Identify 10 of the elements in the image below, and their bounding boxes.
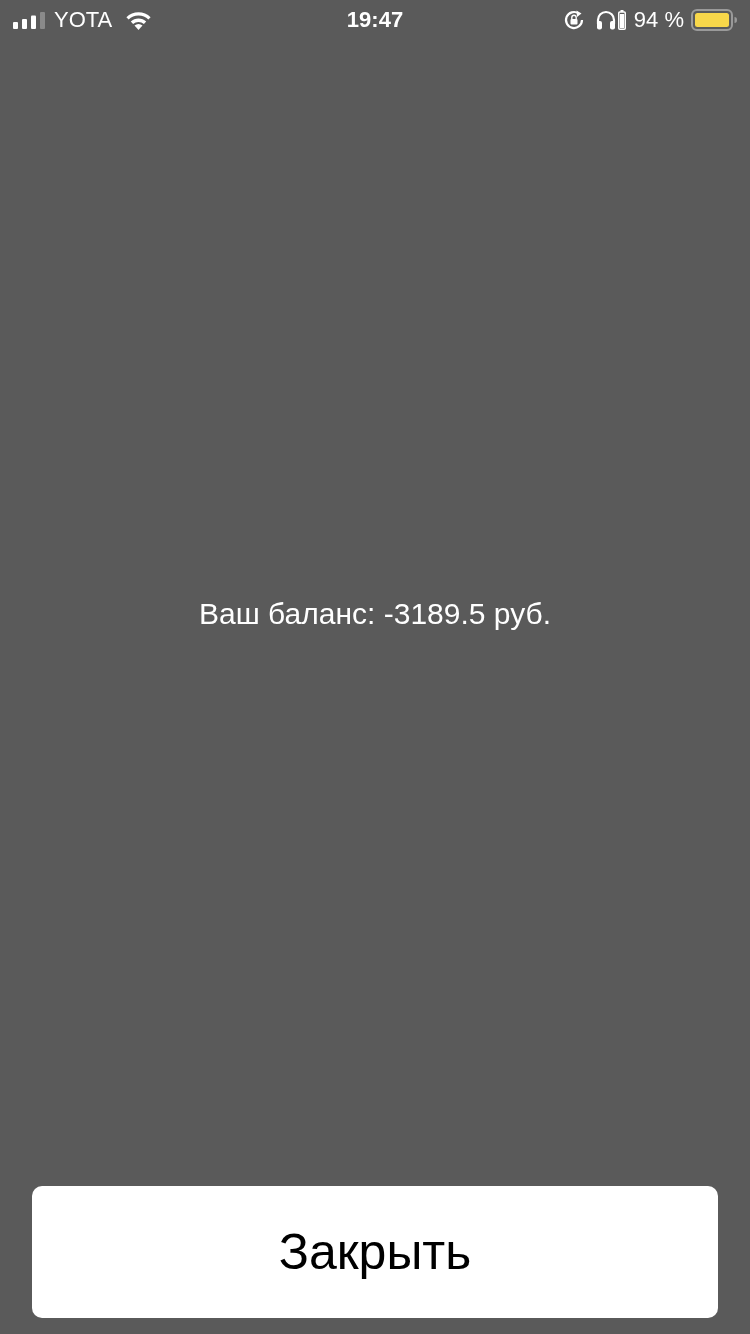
rotation-lock-icon xyxy=(562,9,585,31)
battery-percent: 94 % xyxy=(633,9,684,31)
status-time: 19:47 xyxy=(346,9,404,31)
battery-icon xyxy=(691,9,737,31)
signal-strength-icon xyxy=(13,11,45,29)
headphones-battery-icon xyxy=(617,10,626,30)
headphones-icon xyxy=(595,10,616,30)
balance-message: Ваш баланс: -3189.5 руб. xyxy=(199,599,551,629)
carrier-name: YOTA xyxy=(54,9,113,31)
close-button[interactable]: Закрыть xyxy=(32,1186,718,1318)
